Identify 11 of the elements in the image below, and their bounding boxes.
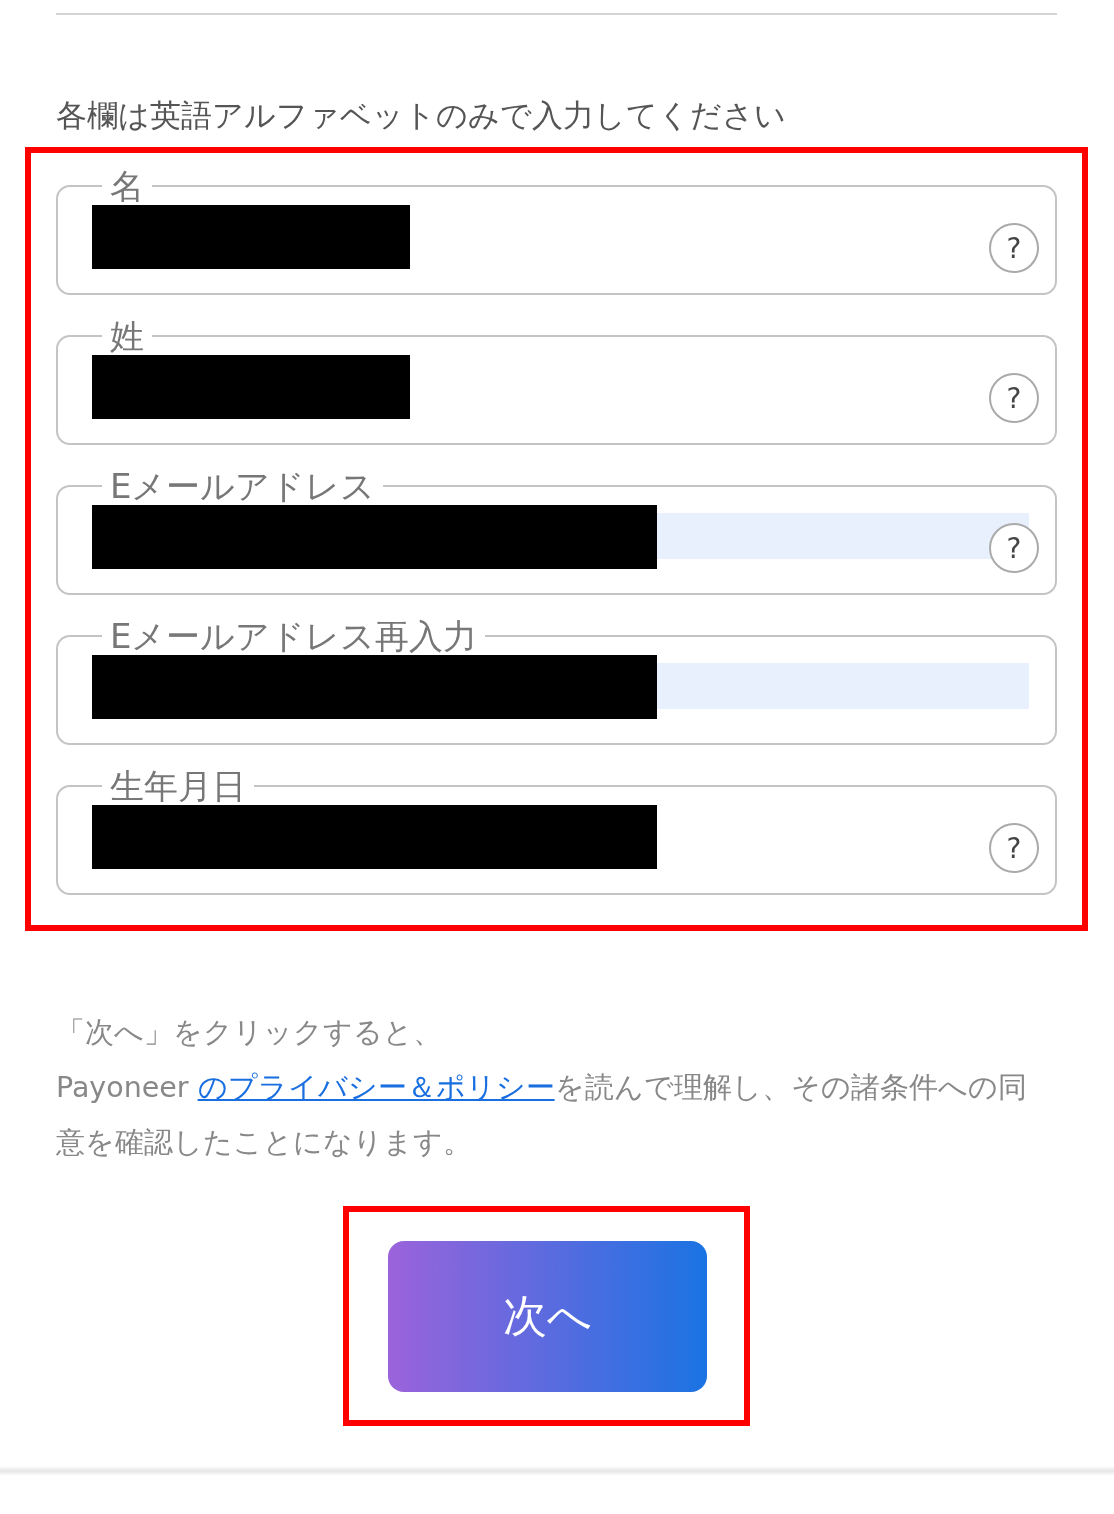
help-button[interactable]: ? [989, 523, 1039, 573]
help-button[interactable]: ? [989, 823, 1039, 873]
next-button[interactable]: 次へ [388, 1240, 707, 1392]
input-field[interactable]: 名 ? [56, 167, 1057, 295]
privacy-policy-link[interactable]: のプライバシー＆ポリシー [197, 1071, 555, 1104]
input-field[interactable]: 生年月日 ? [56, 767, 1057, 895]
help-button[interactable]: ? [989, 373, 1039, 423]
help-button[interactable]: ? [989, 223, 1039, 273]
instruction-text: 各欄は英語アルファベットのみで入力してください [56, 96, 787, 135]
consent-text: 「次へ」をクリックすると、 Payoneer のプライバシー＆ポリシーを読んで理解し、その諸条件への同意を確認したことになります。 [56, 1015, 1028, 1161]
input-field[interactable]: Eメールアドレス再入力 [56, 617, 1057, 745]
